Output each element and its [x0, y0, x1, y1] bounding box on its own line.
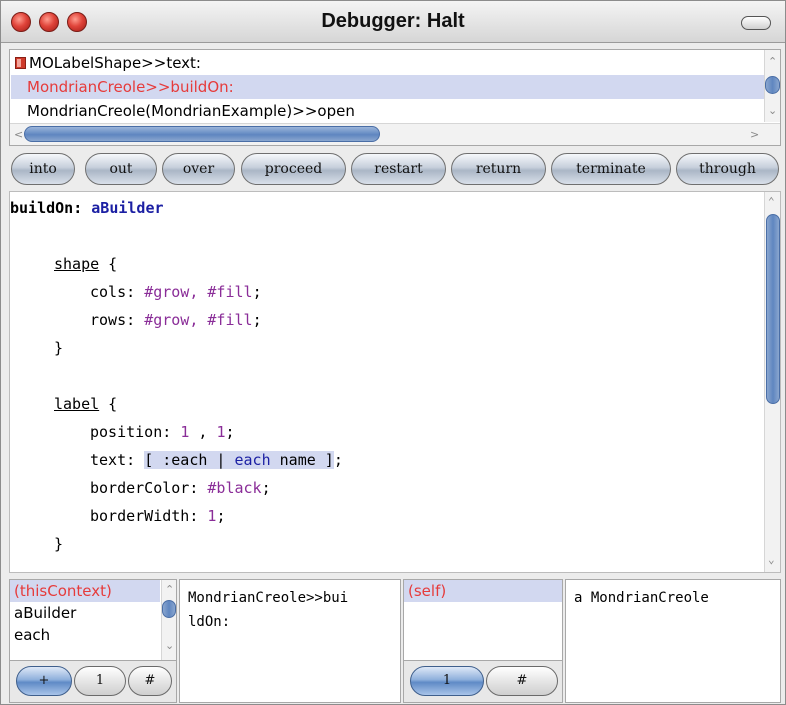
code-token: text:: [90, 451, 145, 469]
code-token: ;: [252, 283, 262, 301]
scroll-up-arrow-icon[interactable]: ⌃: [768, 56, 777, 67]
scroll-down-arrow-icon[interactable]: ⌄: [768, 554, 775, 565]
context-value-line: MondrianCreole>>bui: [188, 590, 349, 606]
code-token: borderWidth:: [90, 507, 208, 525]
stack-frame-label: MondrianCreole>>buildOn:: [27, 78, 234, 96]
code-line: }: [54, 334, 63, 362]
method-selector: buildOn:: [10, 199, 83, 217]
brace: {: [99, 255, 118, 273]
list-item-selected[interactable]: (thisContext): [10, 580, 160, 602]
stack-frame-label: MondrianCreole(MondrianExample)>>open: [27, 102, 355, 120]
scroll-up-arrow-icon[interactable]: ⌃: [768, 196, 775, 207]
code-token: ;: [333, 451, 343, 469]
scroll-thumb[interactable]: [162, 600, 176, 618]
receiver-variables-list[interactable]: (self): [403, 579, 563, 661]
code-line: borderWidth: 1;: [90, 502, 225, 530]
into-button[interactable]: into: [11, 153, 75, 185]
over-button[interactable]: over: [162, 153, 235, 185]
context-variables-list[interactable]: (thisContext) aBuilder each ⌃ ⌄: [9, 579, 177, 661]
scroll-right-arrow-icon[interactable]: >: [750, 129, 759, 140]
code-number: 1: [180, 423, 190, 441]
code-line: text: [ :each | each name ];: [90, 446, 343, 474]
brace: }: [54, 535, 64, 553]
scroll-down-arrow-icon[interactable]: ⌄: [768, 105, 777, 116]
scroll-up-arrow-icon[interactable]: ⌃: [165, 584, 174, 595]
through-button[interactable]: through: [676, 153, 779, 185]
add-button[interactable]: +: [16, 666, 72, 696]
code-token: ,: [189, 423, 217, 441]
code-variable: each: [234, 451, 271, 469]
context-value-pane[interactable]: MondrianCreole>>bui ldOn:: [179, 579, 401, 703]
scroll-down-arrow-icon[interactable]: ⌄: [165, 640, 174, 651]
code-token: position:: [90, 423, 181, 441]
code-token: ;: [252, 311, 262, 329]
scroll-thumb[interactable]: [765, 76, 780, 94]
code-vertical-scrollbar[interactable]: ⌃ ⌄: [764, 192, 780, 572]
scroll-left-arrow-icon[interactable]: <: [14, 129, 23, 140]
toolbar-toggle-button[interactable]: [741, 16, 771, 30]
scroll-thumb[interactable]: [766, 214, 780, 404]
halt-flag-icon: [15, 57, 26, 69]
window-title: Debugger: Halt: [321, 10, 465, 32]
one-button[interactable]: 1: [74, 666, 126, 696]
code-token: ;: [225, 423, 235, 441]
list-item[interactable]: aBuilder: [10, 602, 76, 624]
context-value-line: ldOn:: [188, 614, 231, 630]
stack-frame[interactable]: MOLabelShape>>text:: [11, 51, 764, 75]
terminate-button[interactable]: terminate: [551, 153, 671, 185]
code-line: cols: #grow, #fill;: [90, 278, 262, 306]
code-token: borderColor:: [90, 479, 208, 497]
method-argument: aBuilder: [91, 199, 164, 217]
return-button[interactable]: return: [451, 153, 546, 185]
code-symbol: #grow, #fill: [144, 311, 253, 329]
code-symbol: #black: [207, 479, 262, 497]
code-line: }: [54, 530, 63, 558]
step-toolbar: into out over proceed restart return ter…: [9, 153, 781, 187]
code-line: borderColor: #black;: [90, 474, 271, 502]
code-token: cols:: [90, 283, 145, 301]
list-item-selected[interactable]: (self): [404, 580, 562, 602]
out-button[interactable]: out: [85, 153, 157, 185]
stack-horizontal-scrollbar[interactable]: < >: [10, 123, 780, 145]
code-line: rows: #grow, #fill;: [90, 306, 262, 334]
code-line: position: 1 , 1;: [90, 418, 235, 446]
debugger-window: Debugger: Halt MOLabelShape>>text: Mondr…: [0, 0, 786, 705]
hash-button[interactable]: #: [128, 666, 172, 696]
stack-vertical-scrollbar[interactable]: ⌃ ⌄: [764, 50, 780, 122]
code-token: ;: [216, 507, 226, 525]
code-token: [ :each |: [144, 451, 235, 469]
code-line: shape {: [54, 250, 117, 278]
code-token: ;: [261, 479, 271, 497]
proceed-button[interactable]: proceed: [241, 153, 346, 185]
context-button-bar: + 1 #: [9, 661, 177, 703]
shape-keyword: shape: [54, 255, 100, 273]
code-symbol: #grow, #fill: [144, 283, 253, 301]
code-token: rows:: [90, 311, 145, 329]
hash-button[interactable]: #: [486, 666, 558, 696]
brace: }: [54, 339, 64, 357]
list-item[interactable]: each: [10, 624, 50, 646]
scroll-thumb[interactable]: [24, 126, 380, 142]
code-line: label {: [54, 390, 117, 418]
title-bar: Debugger: Halt: [1, 1, 785, 43]
code-editor[interactable]: buildOn: aBuilder shape { cols: #grow, #…: [9, 191, 781, 573]
code-token: name ]: [270, 451, 334, 469]
label-keyword: label: [54, 395, 100, 413]
stack-list[interactable]: MOLabelShape>>text: MondrianCreole>>buil…: [9, 49, 781, 146]
stack-frame-selected[interactable]: MondrianCreole>>buildOn:: [11, 75, 764, 99]
method-signature: buildOn: aBuilder: [10, 194, 164, 222]
stack-frame[interactable]: MondrianCreole(MondrianExample)>>open: [11, 99, 764, 123]
stack-frame-label: MOLabelShape>>text:: [29, 54, 201, 72]
one-button[interactable]: 1: [410, 666, 484, 696]
highlighted-block: [ :each | each name ]: [144, 451, 334, 469]
receiver-value-pane[interactable]: a MondrianCreole: [565, 579, 781, 703]
brace: {: [99, 395, 118, 413]
restart-button[interactable]: restart: [351, 153, 446, 185]
receiver-button-bar: 1 #: [403, 661, 563, 703]
receiver-value: a MondrianCreole: [574, 590, 709, 606]
list-vertical-scrollbar[interactable]: ⌃ ⌄: [161, 580, 176, 660]
